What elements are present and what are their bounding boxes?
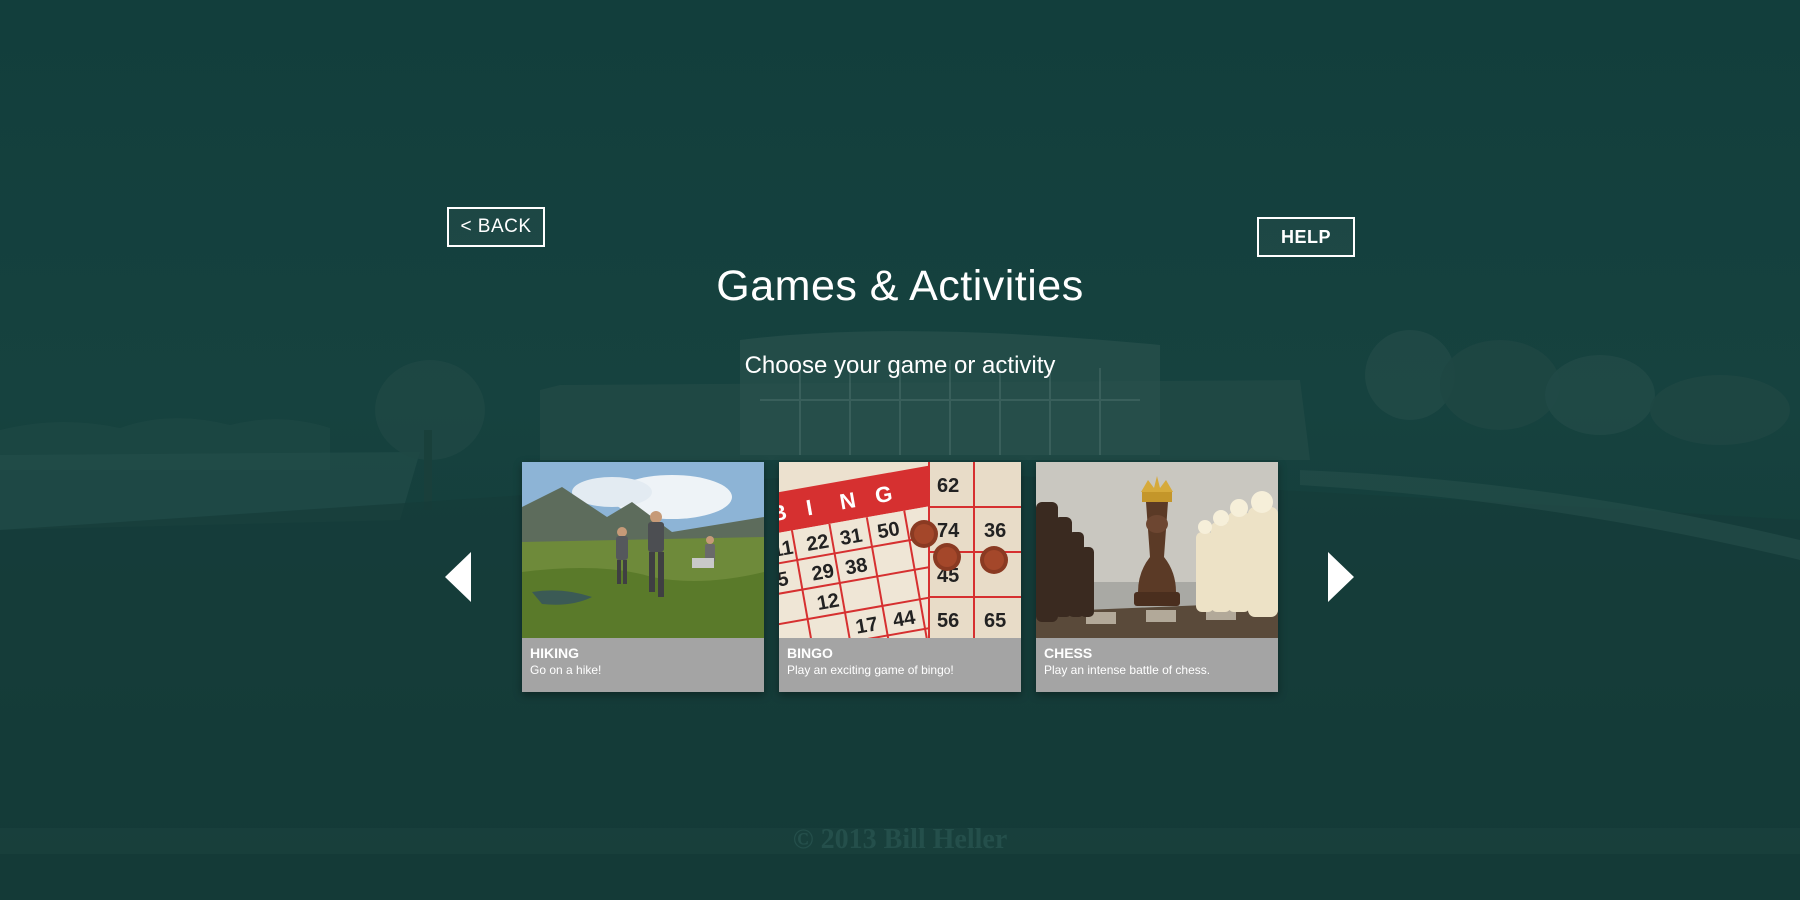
svg-text:38: 38 (844, 554, 870, 580)
card-caption: CHESS Play an intense battle of chess. (1036, 638, 1278, 692)
card-title: BINGO (787, 645, 833, 661)
card-description: Go on a hike! (530, 663, 602, 677)
svg-text:36: 36 (984, 520, 1006, 542)
chevron-right-icon[interactable] (1326, 550, 1356, 604)
svg-text:12: 12 (815, 590, 841, 616)
card-caption: HIKING Go on a hike! (522, 638, 764, 692)
card-title: CHESS (1044, 645, 1093, 661)
svg-text:22: 22 (805, 530, 831, 556)
card-description: Play an exciting game of bingo! (787, 663, 954, 677)
background-scene: © 2013 Bill Heller (0, 0, 1800, 900)
activity-card-bingo[interactable]: 11 22 31 50 5 29 38 12 17 44 B I N G 62 … (779, 462, 1021, 692)
chess-image (1036, 462, 1278, 638)
page-title: Games & Activities (716, 262, 1084, 310)
chevron-left-icon[interactable] (443, 550, 473, 604)
app-stage: © 2013 Bill Heller < BACK HELP Games & A… (0, 0, 1800, 900)
svg-text:74: 74 (937, 520, 960, 542)
svg-text:62: 62 (937, 475, 959, 497)
svg-text:29: 29 (810, 560, 836, 586)
help-button[interactable]: HELP (1257, 217, 1355, 257)
svg-text:31: 31 (838, 525, 864, 551)
svg-text:56: 56 (937, 610, 959, 632)
card-title: HIKING (530, 645, 579, 661)
svg-text:50: 50 (876, 518, 902, 544)
card-caption: BINGO Play an exciting game of bingo! (779, 638, 1021, 692)
svg-text:17: 17 (854, 613, 880, 638)
svg-text:65: 65 (984, 610, 1006, 632)
svg-text:© 2013 Bill Heller: © 2013 Bill Heller (793, 824, 1008, 855)
hiking-image (522, 462, 764, 638)
bingo-image: 11 22 31 50 5 29 38 12 17 44 B I N G 62 … (779, 462, 1021, 638)
activity-card-chess[interactable]: CHESS Play an intense battle of chess. (1036, 462, 1278, 692)
back-button[interactable]: < BACK (447, 207, 545, 247)
page-subtitle: Choose your game or activity (744, 352, 1056, 379)
card-description: Play an intense battle of chess. (1044, 663, 1211, 677)
activity-card-hiking[interactable]: HIKING Go on a hike! (522, 462, 764, 692)
